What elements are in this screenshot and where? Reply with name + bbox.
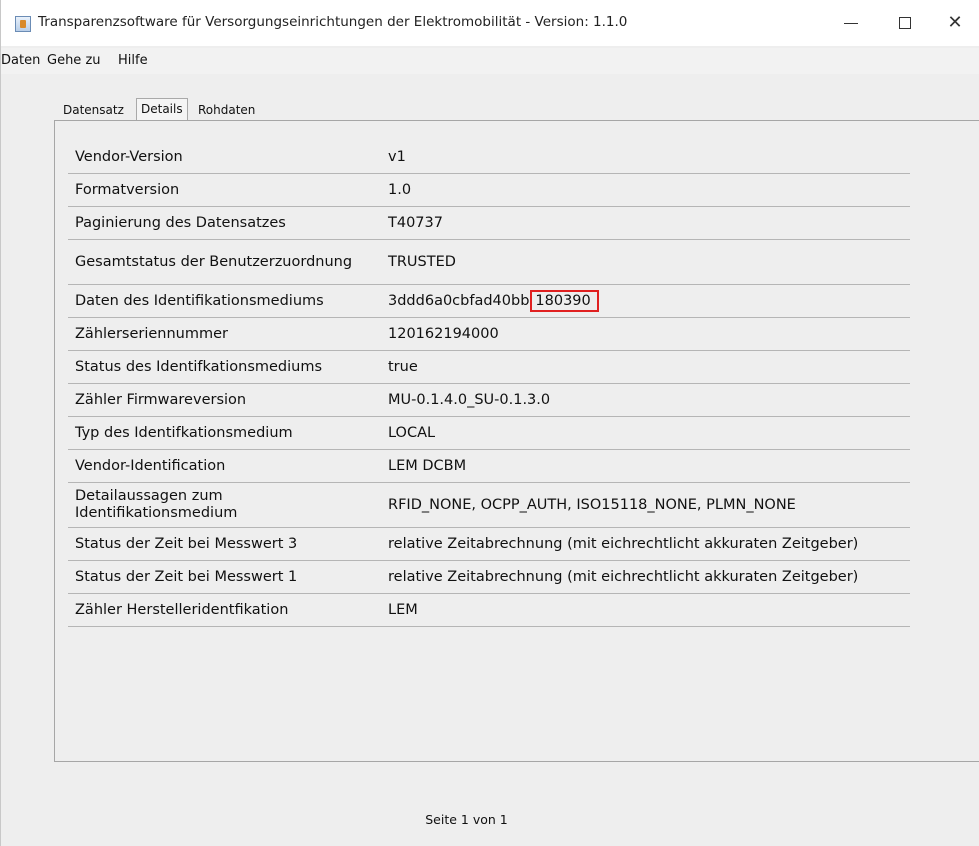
row-value: TRUSTED xyxy=(388,254,456,270)
close-button[interactable]: ✕ xyxy=(935,8,975,38)
row-label: Vendor-Identification xyxy=(75,457,226,474)
row-value: relative Zeitabrechnung (mit eichrechtli… xyxy=(388,536,859,552)
row-label: Vendor-Version xyxy=(75,148,183,165)
row-label: Detailaussagen zum Identifikationsmedium xyxy=(75,488,238,521)
table-row: Vendor-Identification LEM DCBM xyxy=(68,450,910,483)
row-value: LOCAL xyxy=(388,425,436,441)
menu-gehe-zu[interactable]: Gehe zu xyxy=(47,53,101,68)
row-value: LEM DCBM xyxy=(388,458,467,474)
tab-rohdaten[interactable]: Rohdaten xyxy=(194,100,259,120)
table-row: Typ des Identifkationsmedium LOCAL xyxy=(68,417,910,450)
table-row: Status der Zeit bei Messwert 1 relative … xyxy=(68,561,910,594)
window-title: Transparenzsoftware für Versorgungseinri… xyxy=(38,14,628,30)
row-value: relative Zeitabrechnung (mit eichrechtli… xyxy=(388,569,859,585)
row-value: LEM xyxy=(388,602,418,618)
row-label: Typ des Identifkationsmedium xyxy=(75,424,293,441)
details-table: Vendor-Version v1 Formatversion 1.0 Pagi… xyxy=(68,141,910,627)
table-row: Paginierung des Datensatzes T40737 xyxy=(68,207,910,240)
close-icon: ✕ xyxy=(947,12,963,33)
row-label: Status der Zeit bei Messwert 3 xyxy=(75,535,298,552)
row-label: Gesamtstatus der Benutzerzuordnung xyxy=(75,253,353,270)
minimize-icon xyxy=(844,22,858,24)
maximize-button[interactable] xyxy=(885,8,925,38)
tab-datensatz[interactable]: Datensatz xyxy=(59,100,128,120)
table-row: Zähler Firmwareversion MU-0.1.4.0_SU-0.1… xyxy=(68,384,910,417)
table-row: Detailaussagen zum Identifikationsmedium… xyxy=(68,483,910,528)
java-app-icon xyxy=(15,16,31,32)
row-label: Daten des Identifikationsmediums xyxy=(75,292,324,309)
table-row: Gesamtstatus der Benutzerzuordnung TRUST… xyxy=(68,240,910,285)
highlighted-value: 180390 xyxy=(530,290,599,312)
maximize-icon xyxy=(899,17,911,29)
row-label: Formatversion xyxy=(75,181,180,198)
row-value: RFID_NONE, OCPP_AUTH, ISO15118_NONE, PLM… xyxy=(388,497,796,513)
row-label: Status des Identifkationsmediums xyxy=(75,358,323,375)
row-value: true xyxy=(388,359,418,375)
title-bar[interactable]: Transparenzsoftware für Versorgungseinri… xyxy=(1,0,979,46)
row-value: v1 xyxy=(388,149,406,165)
row-label: Zähler Firmwareversion xyxy=(75,391,247,408)
table-row: Zähler Herstelleridentfikation LEM xyxy=(68,594,910,627)
row-value: 3ddd6a0cbfad40bb xyxy=(388,293,530,309)
table-row: Daten des Identifikationsmediums 3ddd6a0… xyxy=(68,285,910,318)
pagination-footer: Seite 1 von 1 xyxy=(1,812,979,827)
table-row: Formatversion 1.0 xyxy=(68,174,910,207)
table-row: Status der Zeit bei Messwert 3 relative … xyxy=(68,528,910,561)
row-label: Paginierung des Datensatzes xyxy=(75,214,286,231)
table-row: Vendor-Version v1 xyxy=(68,141,910,174)
app-window: Transparenzsoftware für Versorgungseinri… xyxy=(0,0,979,846)
row-label: Zähler Herstelleridentfikation xyxy=(75,601,289,618)
row-label: Zählerseriennummer xyxy=(75,325,229,342)
table-row: Zählerseriennummer 120162194000 xyxy=(68,318,910,351)
menu-bar: Daten Gehe zu Hilfe xyxy=(1,48,979,74)
tab-details[interactable]: Details xyxy=(136,98,188,121)
menu-daten[interactable]: Daten xyxy=(1,53,40,68)
pagination-label: Seite 1 von 1 xyxy=(425,812,508,827)
row-value-container: 3ddd6a0cbfad40bb 180390 xyxy=(378,290,910,312)
row-label: Status der Zeit bei Messwert 1 xyxy=(75,568,298,585)
minimize-button[interactable] xyxy=(831,8,871,38)
row-value: 120162194000 xyxy=(388,326,499,342)
row-value: T40737 xyxy=(388,215,443,231)
row-value: 1.0 xyxy=(388,182,412,198)
table-row: Status des Identifkationsmediums true xyxy=(68,351,910,384)
menu-hilfe[interactable]: Hilfe xyxy=(118,53,148,68)
row-value: MU-0.1.4.0_SU-0.1.3.0 xyxy=(388,392,551,408)
